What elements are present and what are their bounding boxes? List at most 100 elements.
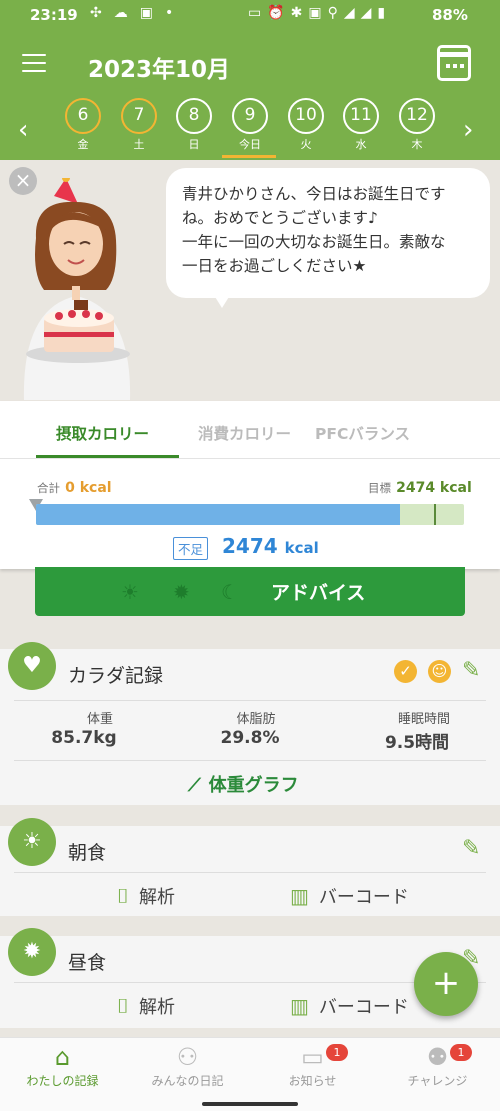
lunch-title: 昼食	[68, 952, 107, 974]
advice-button[interactable]: ☀ ✹ ☾ アドバイス	[35, 567, 465, 616]
body-fat-value[interactable]: 29.8%	[190, 728, 310, 748]
status-time: 23:19	[30, 6, 78, 24]
add-record-button[interactable]: +	[414, 952, 478, 1016]
shortage-number: 2474	[222, 534, 278, 558]
total-label: 合計	[37, 481, 60, 495]
barcode-label: バーコード	[318, 887, 409, 908]
sun-icon: ✹	[8, 928, 56, 976]
nav-notifications[interactable]: ▭ お知らせ 1	[250, 1042, 375, 1089]
today-indicator	[222, 155, 276, 158]
medal-icon: ⚉	[426, 1043, 449, 1071]
sunrise-icon: ☀	[121, 580, 139, 604]
weight-value[interactable]: 85.7kg	[24, 728, 144, 748]
notification-badge: 1	[326, 1044, 348, 1061]
day-12[interactable]: 12 木	[398, 98, 436, 152]
bubble-tail	[212, 292, 232, 308]
day-label: 金	[77, 138, 89, 151]
calorie-progress-bar	[36, 504, 464, 525]
barcode-icon: ▥	[290, 994, 309, 1018]
lunch-analyze-button[interactable]: ⌷ 解析	[117, 993, 175, 1019]
home-icon: ⌂	[54, 1043, 71, 1071]
day-number: 8	[176, 98, 212, 134]
close-banner-button[interactable]: ×	[9, 167, 37, 195]
menu-icon[interactable]	[22, 54, 46, 74]
message-line: ね。おめでとうございます♪	[182, 209, 378, 227]
camera-icon: ⌷	[117, 884, 129, 908]
analyze-label: 解析	[139, 887, 175, 908]
prev-week-icon[interactable]: ‹	[18, 115, 28, 145]
graph-icon: ⟋	[188, 775, 201, 796]
weight-label: 体重	[86, 712, 113, 727]
smile-icon[interactable]: ☺	[428, 660, 451, 683]
tab-burned-calorie[interactable]: 消費カロリー	[198, 422, 291, 444]
day-11[interactable]: 11 水	[342, 98, 380, 152]
breakfast-analyze-button[interactable]: ⌷ 解析	[117, 883, 175, 909]
nav-label: みんなの日記	[151, 1074, 224, 1088]
lunch-barcode-button[interactable]: ▥ バーコード	[290, 993, 409, 1019]
sun-icon: ✹	[173, 580, 190, 604]
message-line: 一日をお過ごしください★	[182, 257, 367, 275]
day-label: 木	[411, 138, 423, 151]
month-title[interactable]: 2023年10月	[88, 50, 230, 84]
weight-graph-link[interactable]: ⟋ 体重グラフ	[188, 771, 299, 797]
notification-icons: ✣☁▣•	[90, 5, 186, 21]
calorie-total: 合計 0 kcal	[37, 477, 112, 496]
body-fat-label: 体脂肪	[236, 712, 276, 727]
tab-intake-calorie[interactable]: 摂取カロリー	[56, 422, 149, 444]
day-label: 今日	[239, 138, 261, 151]
divider	[14, 872, 486, 873]
day-10[interactable]: 10 火	[287, 98, 325, 152]
challenge-badge: 1	[450, 1044, 472, 1061]
breakfast-barcode-button[interactable]: ▥ バーコード	[290, 883, 409, 909]
next-week-icon[interactable]: ›	[463, 115, 473, 145]
day-label: 土	[133, 138, 145, 151]
day-number: 7	[121, 98, 157, 134]
edit-breakfast-icon[interactable]: ✎	[462, 836, 480, 861]
day-today[interactable]: 9 今日	[231, 98, 269, 152]
day-number: 10	[288, 98, 324, 134]
nav-label: お知らせ	[288, 1074, 337, 1088]
day-label: 日	[188, 138, 200, 151]
check-icon[interactable]: ✓	[394, 660, 417, 683]
shortage-value: 2474 kcal	[222, 534, 319, 558]
message-line: 青井ひかりさん、今日はお誕生日です	[182, 185, 446, 203]
goal-line	[434, 504, 437, 525]
nav-label: チャレンジ	[407, 1074, 468, 1088]
goal-label: 目標	[368, 481, 391, 495]
progress-fill	[36, 504, 400, 525]
day-6[interactable]: 6金	[64, 98, 102, 152]
barcode-label: バーコード	[318, 997, 409, 1018]
heart-chart-icon: ♥	[8, 642, 56, 690]
day-8[interactable]: 8日	[175, 98, 213, 152]
total-value: 0 kcal	[65, 480, 112, 496]
breakfast-title: 朝食	[68, 842, 107, 864]
sunrise-icon: ☀	[8, 818, 56, 866]
day-number: 12	[399, 98, 435, 134]
goal-value: 2474 kcal	[396, 480, 472, 496]
divider	[14, 760, 486, 761]
advice-label: アドバイス	[271, 582, 366, 604]
edit-body-record-icon[interactable]: ✎	[462, 658, 480, 683]
day-number: 11	[343, 98, 379, 134]
shortage-badge: 不足	[173, 537, 209, 560]
nav-my-records[interactable]: ⌂ わたしの記録	[0, 1042, 125, 1089]
birthday-message-bubble: 青井ひかりさん、今日はお誕生日です ね。おめでとうございます♪ 一年に一回の大切…	[166, 168, 490, 298]
birthday-character-illustration	[23, 178, 131, 400]
message-line: 一年に一回の大切なお誕生日。素敵な	[182, 233, 446, 251]
body-record-title: カラダ記録	[68, 665, 164, 687]
sleep-value[interactable]: 9.5時間	[357, 728, 477, 753]
moon-icon: ☾	[221, 580, 239, 604]
calendar-icon[interactable]	[437, 45, 471, 81]
system-icons: ▭⏰✱▣⚲◢◢▮	[248, 5, 392, 21]
tab-pfc-balance[interactable]: PFCバランス	[315, 422, 410, 444]
nav-challenge[interactable]: ⚉ チャレンジ 1	[375, 1042, 500, 1089]
chat-icon: ▭	[301, 1043, 324, 1071]
day-number: 6	[65, 98, 101, 134]
day-label: 水	[355, 138, 367, 151]
people-icon: ⚇	[176, 1043, 199, 1071]
sleep-label: 睡眠時間	[397, 712, 450, 727]
home-indicator	[0, 1095, 500, 1111]
day-7[interactable]: 7土	[120, 98, 158, 152]
nav-everyone-diary[interactable]: ⚇ みんなの日記	[125, 1042, 250, 1089]
calorie-goal: 目標 2474 kcal	[368, 477, 472, 496]
